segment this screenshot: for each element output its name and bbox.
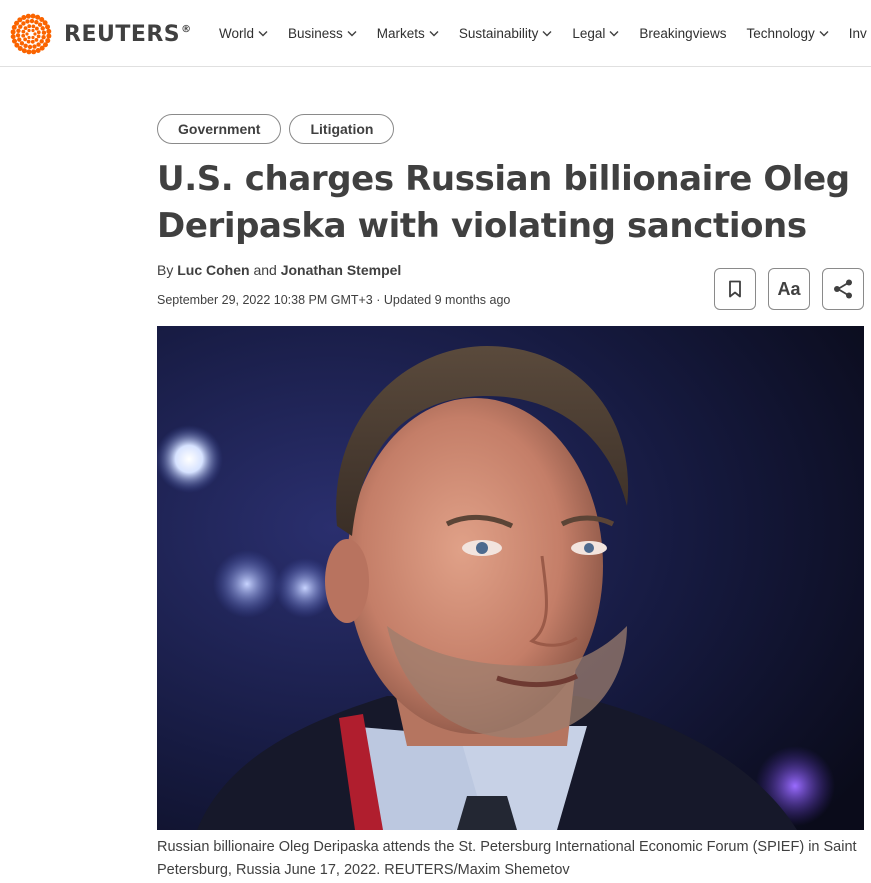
logo-dot xyxy=(10,29,16,35)
logo-dot xyxy=(30,13,36,19)
published-date: September 29, 2022 10:38 PM GMT+3 xyxy=(157,293,373,307)
chevron-down-icon xyxy=(819,30,829,36)
logo-dot xyxy=(32,44,37,49)
bookmark-icon xyxy=(729,280,741,298)
nav-item-sustainability[interactable]: Sustainability xyxy=(459,26,553,41)
photo-caption: Russian billionaire Oleg Deripaska atten… xyxy=(157,839,857,878)
main-nav: World Business Markets Sustainability Le… xyxy=(219,0,871,66)
updated-date: Updated 9 months ago xyxy=(383,293,511,307)
nav-item-technology[interactable]: Technology xyxy=(746,26,829,41)
logo-dot xyxy=(33,32,37,36)
article-photo[interactable] xyxy=(157,326,864,830)
logo-dot xyxy=(26,39,31,44)
logo-dot xyxy=(17,37,22,42)
logo-dot xyxy=(27,28,31,33)
logo-dot xyxy=(27,24,32,29)
bookmark-button[interactable] xyxy=(714,268,756,310)
logo-dot xyxy=(21,14,27,20)
author-link-luc-cohen[interactable]: Luc Cohen xyxy=(177,262,249,278)
nav-item-breakingviews[interactable]: Breakingviews xyxy=(639,26,726,41)
logo-dot xyxy=(10,34,16,40)
logo-dot xyxy=(36,34,41,39)
logo-dot xyxy=(41,30,47,35)
logo-dot xyxy=(34,26,39,31)
logo-dot xyxy=(26,49,32,55)
logo-dot xyxy=(23,43,28,49)
logo-dot xyxy=(16,28,21,33)
dateline: September 29, 2022 10:38 PM GMT+3 · Upda… xyxy=(157,293,510,307)
logo-dot xyxy=(45,24,51,30)
chevron-down-icon xyxy=(542,30,552,36)
logo-dot xyxy=(41,35,46,40)
nav-item-business[interactable]: Business xyxy=(288,26,357,41)
nav-item-markets[interactable]: Markets xyxy=(377,26,439,41)
byline-prefix: By xyxy=(157,262,174,278)
text-size-button[interactable]: Aa xyxy=(768,268,810,310)
text-size-label: Aa xyxy=(777,278,801,299)
logo-dot xyxy=(21,29,26,34)
nav-item-world[interactable]: World xyxy=(219,26,268,41)
tag-litigation[interactable]: Litigation xyxy=(289,114,395,144)
logo-dot xyxy=(36,42,41,47)
logo-dot xyxy=(27,44,33,50)
logo-dot xyxy=(31,28,35,33)
brand-name: REUTERS® xyxy=(64,21,192,47)
logo-dot xyxy=(11,38,17,44)
site-header: REUTERS® World Business Markets Sustaina… xyxy=(0,0,871,67)
nav-item-investigations[interactable]: Inv xyxy=(849,26,867,41)
byline-connector: and xyxy=(253,262,277,278)
reuters-logo-icon xyxy=(10,13,52,55)
chevron-down-icon xyxy=(347,30,357,36)
logo-dot xyxy=(34,37,39,42)
logo-dot xyxy=(25,19,30,24)
logo-dot xyxy=(46,28,52,34)
byline: By Luc Cohen and Jonathan Stempel xyxy=(157,262,401,278)
logo-dot xyxy=(46,33,52,39)
portrait-photo xyxy=(157,326,864,830)
logo-dot xyxy=(39,39,44,44)
logo-dot xyxy=(29,18,35,24)
logo-dot xyxy=(30,39,35,44)
logo-dot xyxy=(23,26,28,31)
chevron-down-icon xyxy=(609,30,619,36)
logo-dot xyxy=(34,19,39,25)
logo-dot xyxy=(21,21,26,26)
share-button[interactable] xyxy=(822,268,864,310)
nav-item-legal[interactable]: Legal xyxy=(572,26,619,41)
logo-dot xyxy=(40,26,45,31)
chevron-down-icon xyxy=(258,30,268,36)
logo-dot xyxy=(21,33,26,38)
dateline-separator: · xyxy=(376,293,381,307)
topic-tags: Government Litigation xyxy=(157,114,402,144)
share-icon xyxy=(834,279,852,299)
logo-dot xyxy=(27,35,31,40)
logo-dot xyxy=(23,37,28,42)
author-link-jonathan-stempel[interactable]: Jonathan Stempel xyxy=(281,262,402,278)
logo-dot xyxy=(18,24,23,29)
article-headline: U.S. charges Russian billionaire Oleg De… xyxy=(157,159,850,246)
logo-dot xyxy=(15,33,21,38)
logo-dot xyxy=(35,48,41,54)
tag-government[interactable]: Government xyxy=(157,114,282,144)
reuters-logo[interactable]: REUTERS® xyxy=(8,12,192,56)
logo-dot xyxy=(25,32,29,36)
logo-dot xyxy=(25,13,31,19)
logo-dot xyxy=(31,35,35,40)
chevron-down-icon xyxy=(429,30,439,36)
logo-dot xyxy=(37,22,43,27)
logo-dot xyxy=(36,30,41,35)
logo-dot xyxy=(42,42,48,48)
logo-dot xyxy=(31,24,36,29)
logo-dot xyxy=(31,49,37,55)
logo-dot xyxy=(19,41,25,46)
